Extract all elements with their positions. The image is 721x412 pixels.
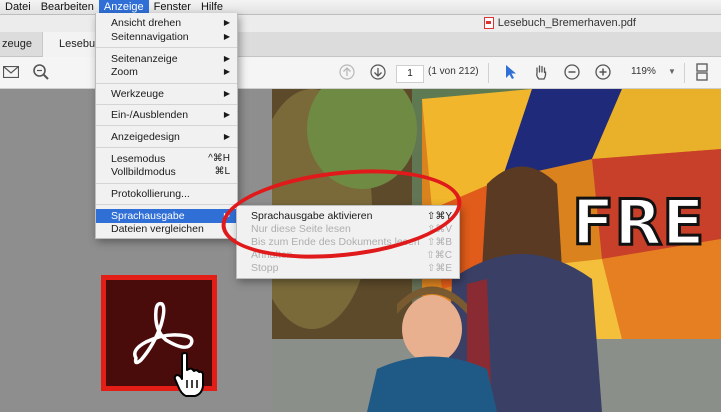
submenu-arrow-icon: ▶	[223, 67, 230, 76]
submenu-arrow-icon: ▶	[223, 89, 230, 98]
menu-divider	[96, 125, 237, 126]
menu-item-ein-ausblenden[interactable]: Ein-/Ausblenden ▶	[96, 108, 237, 122]
document-title: Lesebuch_Bremerhaven.pdf	[483, 17, 636, 29]
page-count: (1 von 212)	[428, 66, 479, 77]
menu-item-anzeigedesign[interactable]: Anzeigedesign ▶	[96, 130, 237, 144]
submenu-arrow-icon: ▶	[223, 32, 230, 41]
menu-fenster[interactable]: Fenster	[149, 0, 196, 14]
select-arrow-icon[interactable]	[502, 63, 520, 81]
shortcut-label: ⇧⌘B	[426, 237, 452, 248]
menu-anzeige[interactable]: Anzeige	[98, 0, 149, 14]
search-zoom-icon[interactable]	[32, 63, 50, 81]
shortcut-label: ⌘L	[214, 166, 230, 177]
page-down-icon[interactable]	[369, 63, 387, 81]
document-filename: Lesebuch_Bremerhaven.pdf	[497, 17, 636, 29]
menu-divider	[96, 47, 237, 48]
toolbar-divider	[488, 63, 489, 83]
submenu-arrow-icon: ▶	[223, 18, 230, 27]
menu-item-ansicht-drehen[interactable]: Ansicht drehen ▶	[96, 16, 237, 30]
anzeige-menu: Ansicht drehen ▶ Seitennavigation ▶ Seiten…	[95, 13, 238, 239]
tab-werkzeuge[interactable]: zeuge	[0, 32, 42, 56]
toolbar-divider	[684, 63, 685, 83]
zoom-dropdown-icon[interactable]: ▼	[668, 67, 676, 76]
zoom-out-icon[interactable]	[563, 63, 581, 81]
submenu-arrow-icon: ▶	[223, 132, 230, 141]
submenu-arrow-icon: ▶	[223, 110, 230, 119]
page-layout-icon[interactable]	[694, 63, 712, 81]
hand-cursor-icon	[173, 352, 207, 401]
menu-divider	[96, 147, 237, 148]
submenu-arrow-icon: ▶	[223, 54, 230, 63]
menu-divider	[96, 83, 237, 84]
shortcut-label: ^⌘H	[208, 153, 230, 164]
shortcut-label: ⇧⌘C	[426, 250, 452, 261]
menu-bearbeiten[interactable]: Bearbeiten	[36, 0, 99, 14]
menu-item-protokollierung[interactable]: Protokollierung...	[96, 187, 237, 201]
menu-divider	[96, 104, 237, 105]
menu-datei[interactable]: Datei	[0, 0, 36, 14]
svg-text:FRE: FRE	[572, 186, 704, 259]
mail-icon[interactable]	[2, 63, 20, 81]
menu-item-dateien-vergleichen[interactable]: Dateien vergleichen	[96, 222, 237, 236]
page-up-icon[interactable]	[338, 63, 356, 81]
menu-divider	[96, 204, 237, 205]
menu-item-werkzeuge[interactable]: Werkzeuge ▶	[96, 87, 237, 101]
menu-item-seitennavigation[interactable]: Seitennavigation ▶	[96, 30, 237, 44]
shortcut-label: ⇧⌘E	[426, 263, 452, 274]
submenu-item-stopp: Stopp ⇧⌘E	[251, 262, 452, 274]
menu-item-lesemodus[interactable]: Lesemodus ^⌘H	[96, 152, 237, 166]
pdf-file-icon	[483, 17, 494, 29]
zoom-in-icon[interactable]	[594, 63, 612, 81]
page-number-input[interactable]: 1	[396, 65, 424, 83]
menu-item-zoom[interactable]: Zoom ▶	[96, 65, 237, 79]
hand-icon[interactable]	[532, 63, 550, 81]
zoom-level[interactable]: 119%	[631, 66, 656, 77]
menu-hilfe[interactable]: Hilfe	[196, 0, 228, 14]
menu-item-seitenanzeige[interactable]: Seitenanzeige ▶	[96, 52, 237, 66]
menu-item-sprachausgabe[interactable]: Sprachausgabe ▶	[96, 209, 237, 223]
menu-item-vollbildmodus[interactable]: Vollbildmodus ⌘L	[96, 165, 237, 179]
menu-divider	[96, 183, 237, 184]
